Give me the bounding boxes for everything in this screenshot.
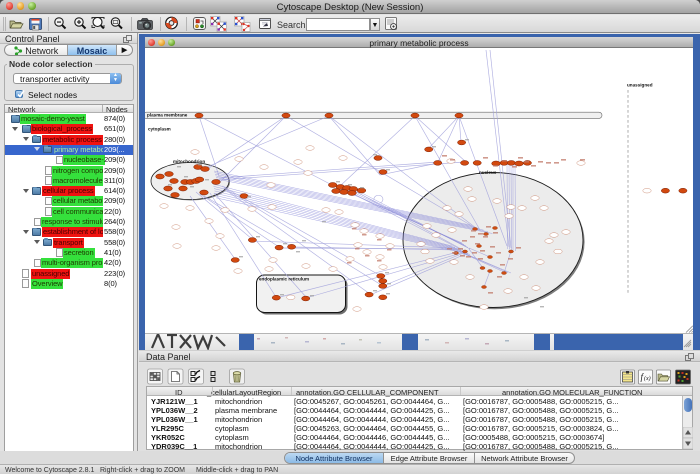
svg-text:plasma membrane: plasma membrane (147, 113, 188, 118)
svg-text:mitochondrion: mitochondrion (173, 159, 205, 164)
svg-text:endoplasmic reticulum: endoplasmic reticulum (259, 277, 309, 282)
svg-text:(x): (x) (644, 375, 651, 382)
svg-text:nucleus: nucleus (479, 170, 497, 175)
svg-text:cytoplasm: cytoplasm (148, 127, 171, 132)
svg-text:unassigned: unassigned (627, 83, 653, 88)
